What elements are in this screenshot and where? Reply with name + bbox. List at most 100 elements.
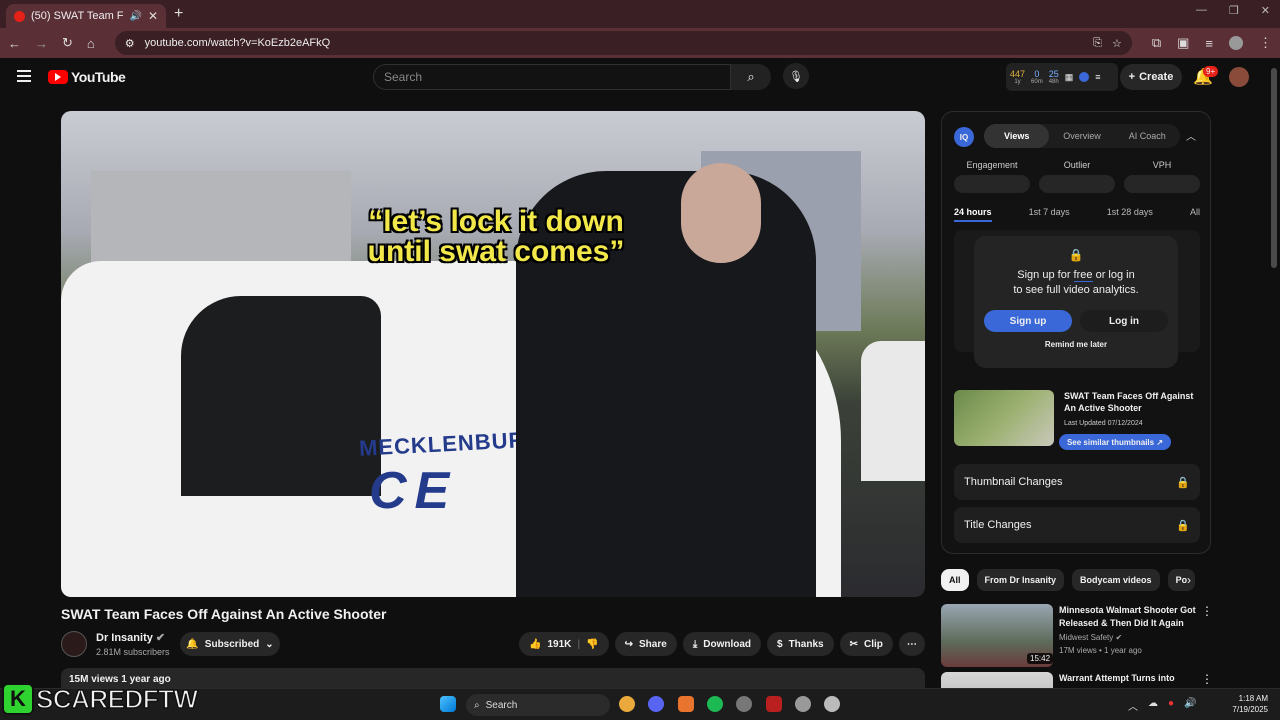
extension-stats[interactable]: 447 1y 0 60m 25 48h ▦ ≡ <box>1006 63 1118 91</box>
app-icon-5[interactable] <box>824 696 840 712</box>
stat-60m: 0 60m <box>1031 68 1043 85</box>
discord-icon[interactable] <box>648 696 664 712</box>
signup-text: Sign up for free or log in to see full v… <box>974 268 1178 298</box>
chip-all[interactable]: All <box>941 569 969 591</box>
address-bar[interactable]: ⚙ youtube.com/watch?v=KoEzb2eAFkQ ⎘ ☆ <box>114 31 1132 55</box>
recommendation-item[interactable]: 15:42 Minnesota Walmart Shooter Got Rele… <box>941 604 1213 668</box>
thumbnail-changes-label: Thumbnail Changes <box>964 476 1063 488</box>
more-actions-button[interactable]: ⋯ <box>898 632 925 656</box>
chevron-up-icon[interactable]: ︿ <box>1128 698 1138 713</box>
install-icon[interactable]: ⎘ <box>1093 37 1102 50</box>
spotify-icon[interactable] <box>707 696 723 712</box>
extensions-icon[interactable]: ⧉ <box>1152 35 1161 51</box>
channel-name[interactable]: Dr Insanity ✔ <box>96 631 165 644</box>
more-icon[interactable]: ⋮ <box>1201 672 1211 686</box>
voice-search-button[interactable]: 🎙 <box>783 63 809 89</box>
remind-later-link[interactable]: Remind me later <box>974 340 1178 349</box>
browser-tab[interactable]: (50) SWAT Team Faces Off A 🔊 ✕ <box>6 4 166 28</box>
microphone-icon[interactable]: ● <box>1168 698 1174 713</box>
chevron-down-icon: ⌄ <box>265 638 274 650</box>
login-button[interactable]: Log in <box>1080 310 1168 332</box>
profile-icon[interactable] <box>1229 36 1243 50</box>
new-tab-button[interactable]: + <box>174 5 183 23</box>
signup-free-link[interactable]: free <box>1073 269 1093 282</box>
title-changes-label: Title Changes <box>964 519 1032 531</box>
chip-bodycam[interactable]: Bodycam videos <box>1072 569 1160 591</box>
caption-line-1: “let’s lock it down <box>368 205 624 238</box>
minimize-icon[interactable]: — <box>1196 4 1207 17</box>
app-icon-4[interactable] <box>795 696 811 712</box>
tab-overview[interactable]: Overview <box>1049 124 1114 148</box>
channel-name-text: Dr Insanity <box>96 632 153 644</box>
car-lettering-large: CE <box>369 462 458 520</box>
close-window-icon[interactable]: ✕ <box>1261 4 1270 17</box>
video-caption: “let’s lock it down until swat comes” <box>351 207 641 267</box>
period-all[interactable]: All <box>1190 207 1200 222</box>
chevron-up-icon[interactable]: ︿ <box>1186 128 1196 143</box>
search-input[interactable]: Search <box>373 64 731 90</box>
youtube-logo[interactable]: YouTube <box>48 69 126 85</box>
menu-icon[interactable] <box>17 70 31 85</box>
app-icon-2[interactable] <box>736 696 752 712</box>
scissors-icon: ✂ <box>849 638 858 650</box>
system-clock[interactable]: 1:18 AM 7/19/2025 <box>1228 693 1268 715</box>
site-info-icon[interactable]: ⚙ <box>125 37 135 50</box>
thumbnail-info: SWAT Team Faces Off Against An Active Sh… <box>954 390 1200 450</box>
watermark-text: SCAREDFTW <box>35 683 199 715</box>
chevron-right-icon[interactable]: › <box>1187 573 1191 587</box>
windows-start-icon[interactable] <box>440 696 456 712</box>
lock-icon: 🔒 <box>1176 519 1190 532</box>
search-button[interactable]: ⌕ <box>731 64 771 90</box>
app-icon[interactable] <box>678 696 694 712</box>
watermark-logo: K <box>2 683 34 715</box>
home-icon[interactable]: ⌂ <box>87 36 95 51</box>
volume-icon[interactable]: 🔊 <box>1184 698 1196 713</box>
chrome-icon[interactable] <box>619 696 635 712</box>
microphone-icon: 🎙 <box>789 70 803 83</box>
title-changes-row[interactable]: Title Changes 🔒 <box>954 507 1200 543</box>
signup-card: 🔒 Sign up for free or log in to see full… <box>974 236 1178 368</box>
share-button[interactable]: ↪ Share <box>614 632 677 656</box>
cloud-icon[interactable]: ☁ <box>1148 698 1158 713</box>
create-button[interactable]: + Create <box>1120 64 1182 90</box>
maximize-icon[interactable]: ❐ <box>1229 4 1239 17</box>
verified-icon: ✔ <box>1115 633 1123 642</box>
thanks-icon: $ <box>777 638 783 650</box>
reload-icon[interactable]: ↻ <box>62 35 73 51</box>
close-tab-icon[interactable]: ✕ <box>148 9 158 23</box>
signup-button[interactable]: Sign up <box>984 310 1072 332</box>
forward-icon[interactable]: → <box>35 36 48 51</box>
download-button[interactable]: ⤓ Download <box>682 632 762 656</box>
speaker-icon[interactable]: 🔊 <box>129 11 141 22</box>
similar-thumbnails-button[interactable]: See similar thumbnails ↗ <box>1059 434 1171 450</box>
channel-avatar[interactable] <box>61 631 87 657</box>
thanks-button[interactable]: $ Thanks <box>767 632 834 656</box>
app-icon-3[interactable] <box>766 696 782 712</box>
more-icon[interactable]: ⋮ <box>1201 604 1213 618</box>
window-controls: — ❐ ✕ <box>1196 4 1270 17</box>
iq-logo: IQ <box>954 127 974 147</box>
recommendation-item[interactable]: Warrant Attempt Turns into ⋮ <box>941 672 1211 688</box>
back-icon[interactable]: ← <box>8 36 21 51</box>
media-icon[interactable]: ≡ <box>1205 36 1213 51</box>
period-24h[interactable]: 24 hours <box>954 207 992 222</box>
period-28d[interactable]: 1st 28 days <box>1107 207 1153 222</box>
tab-ai-coach[interactable]: AI Coach <box>1115 124 1180 148</box>
youtube-play-icon <box>48 70 68 84</box>
clip-button[interactable]: ✂ Clip <box>839 632 893 656</box>
bookmark-star-icon[interactable]: ☆ <box>1112 37 1122 50</box>
thumbnail-changes-row[interactable]: Thumbnail Changes 🔒 <box>954 464 1200 500</box>
account-avatar[interactable] <box>1229 67 1249 87</box>
subscribe-button[interactable]: 🔔 Subscribed ⌄ <box>180 632 280 656</box>
taskbar-search[interactable]: ⌕ Search <box>466 694 610 716</box>
tab-views[interactable]: Views <box>984 124 1050 148</box>
video-player[interactable]: MECKLENBURG CE “let’s lock it down until… <box>61 111 925 597</box>
period-7d[interactable]: 1st 7 days <box>1029 207 1070 222</box>
chip-from-channel[interactable]: From Dr Insanity <box>976 569 1065 591</box>
browser-menu-icon[interactable]: ⋮ <box>1259 35 1272 51</box>
split-view-icon[interactable]: ▣ <box>1177 35 1189 51</box>
like-button[interactable]: 👍 191K | 👎 <box>519 632 609 656</box>
scrollbar[interactable] <box>1271 68 1277 268</box>
thumbs-down-icon[interactable]: 👎 <box>586 639 598 650</box>
plus-icon: + <box>1128 71 1136 83</box>
